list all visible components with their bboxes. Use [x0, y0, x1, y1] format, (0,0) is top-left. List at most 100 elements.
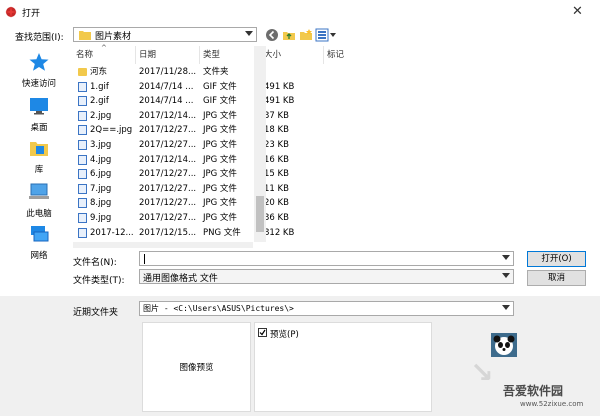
- title-bar: [0, 0, 600, 24]
- filename-label: 文件名(N):: [73, 258, 117, 268]
- file-icon: [78, 227, 87, 238]
- cell-date: 2017/12/15...: [139, 227, 197, 238]
- text-caret: [144, 254, 145, 264]
- new-folder-icon[interactable]: [299, 28, 313, 42]
- chevron-down-icon: [245, 31, 253, 36]
- preview-checkbox-label: 预览(P): [270, 330, 299, 340]
- scrollbar-thumb[interactable]: [256, 196, 264, 232]
- column-header-size[interactable]: 大小: [261, 46, 324, 64]
- watermark-url: www.52zixue.com: [520, 400, 584, 408]
- table-row[interactable]: 3.jpg 2017/12/27... JPG 文件 23 KB: [73, 138, 325, 153]
- sidebar-item-library[interactable]: 库: [12, 138, 66, 175]
- file-icon: [78, 183, 87, 194]
- cell-size: 16 KB: [264, 154, 289, 165]
- sidebar-item-label: 网络: [30, 251, 48, 261]
- folder-icon: [79, 31, 91, 40]
- sidebar-item-label: 此电脑: [26, 209, 52, 219]
- sidebar-item-network[interactable]: 网络: [12, 224, 66, 261]
- cell-size: 20 KB: [264, 198, 289, 209]
- cell-size: 491 KB: [264, 96, 295, 107]
- sidebar-item-desktop[interactable]: 桌面: [12, 96, 66, 133]
- cancel-button[interactable]: 取消: [527, 270, 586, 286]
- cell-date: 2017/12/27...: [139, 169, 197, 180]
- recent-folders-select[interactable]: 图片 - <C:\Users\ASUS\Pictures\>: [139, 301, 514, 316]
- lookin-value: 图片素材: [95, 32, 132, 42]
- filetype-label: 文件类型(T):: [73, 276, 125, 286]
- lookin-combo[interactable]: 图片素材: [73, 27, 257, 42]
- cell-name: 9.jpg: [90, 213, 112, 223]
- recent-folders-label: 近期文件夹: [73, 308, 119, 318]
- lookin-label: 查找范围(I):: [15, 33, 64, 43]
- cell-size: 18 KB: [264, 125, 289, 136]
- watermark-title: 吾爱软件园: [503, 384, 564, 398]
- back-icon[interactable]: [265, 28, 279, 42]
- table-row[interactable]: 7.jpg 2017/12/27... JPG 文件 11 KB: [73, 182, 325, 197]
- cell-type: JPG 文件: [203, 169, 237, 180]
- up-folder-icon[interactable]: [282, 28, 296, 42]
- cell-type: GIF 文件: [203, 81, 237, 92]
- table-row[interactable]: 9.jpg 2017/12/27... JPG 文件 36 KB: [73, 211, 325, 226]
- cell-size: 36 KB: [264, 213, 289, 223]
- app-icon: [5, 6, 17, 18]
- table-row[interactable]: 1.gif 2014/7/14 ... GIF 文件 491 KB: [73, 80, 325, 95]
- cell-date: 2017/12/27...: [139, 198, 197, 209]
- cell-date: 2017/12/27...: [139, 183, 197, 194]
- cell-date: 2017/12/14...: [139, 110, 197, 121]
- cell-name: 2.jpg: [90, 110, 112, 121]
- chevron-down-icon: [502, 305, 510, 310]
- cell-date: 2017/12/27...: [139, 213, 197, 223]
- panda-avatar-icon: [491, 333, 517, 357]
- library-icon: [30, 142, 48, 156]
- file-icon: [78, 96, 87, 107]
- filetype-select[interactable]: 通用图像格式 文件: [139, 269, 514, 284]
- sort-ascending-icon: ^: [101, 44, 107, 52]
- file-list[interactable]: 名称 ^ 日期 类型 大小 标记 河东 2017/11/28... 文件夹 1.gif…: [73, 44, 583, 242]
- image-preview-placeholder: 图像预览: [179, 363, 214, 373]
- cell-date: 2017/12/27...: [139, 125, 197, 136]
- sidebar-item-quick-access[interactable]: 快速访问: [12, 52, 66, 89]
- vertical-scrollbar[interactable]: [254, 46, 266, 242]
- table-row[interactable]: 4.jpg 2017/12/14... JPG 文件 16 KB: [73, 153, 325, 168]
- table-row[interactable]: 2.gif 2014/7/14 ... GIF 文件 491 KB: [73, 94, 325, 109]
- cell-type: JPG 文件: [203, 213, 237, 223]
- cell-date: 2017/12/27...: [139, 140, 197, 150]
- file-icon: [78, 213, 87, 223]
- cell-type: 文件夹: [203, 67, 229, 77]
- close-icon[interactable]: ✕: [572, 4, 583, 19]
- horizontal-scrollbar[interactable]: [73, 242, 253, 248]
- cell-size: 491 KB: [264, 81, 295, 92]
- cell-size: 23 KB: [264, 140, 289, 150]
- column-header-date[interactable]: 日期: [136, 46, 200, 64]
- cell-type: PNG 文件: [203, 227, 241, 238]
- file-icon: [78, 198, 87, 209]
- cell-name: 2Q==.jpg: [90, 125, 133, 136]
- checkmark-icon: [259, 329, 266, 336]
- network-icon: [31, 226, 49, 242]
- cell-type: JPG 文件: [203, 140, 237, 150]
- table-row[interactable]: 河东 2017/11/28... 文件夹: [73, 65, 325, 80]
- cell-type: JPG 文件: [203, 198, 237, 209]
- table-row[interactable]: 2Q==.jpg 2017/12/27... JPG 文件 18 KB: [73, 123, 325, 138]
- chevron-down-icon: [502, 255, 510, 260]
- watermark-logo-icon: ↘: [470, 356, 494, 389]
- table-row[interactable]: 6.jpg 2017/12/27... JPG 文件 15 KB: [73, 167, 325, 182]
- cell-type: JPG 文件: [203, 125, 237, 136]
- cell-type: JPG 文件: [203, 154, 237, 165]
- view-menu-icon[interactable]: [315, 28, 337, 42]
- file-icon: [78, 154, 87, 165]
- sidebar-item-label: 快速访问: [21, 79, 56, 89]
- cell-size: 15 KB: [264, 169, 289, 180]
- open-button[interactable]: 打开(O): [527, 251, 586, 267]
- filename-input[interactable]: [139, 251, 514, 266]
- image-preview: 图像预览: [142, 322, 251, 412]
- cell-date: 2014/7/14 ...: [139, 96, 194, 107]
- column-header-type[interactable]: 类型: [200, 46, 261, 64]
- cell-name: 7.jpg: [90, 183, 112, 194]
- preview-checkbox[interactable]: [258, 328, 267, 337]
- table-row[interactable]: 2.jpg 2017/12/14... JPG 文件 37 KB: [73, 109, 325, 124]
- table-row[interactable]: 8.jpg 2017/12/27... JPG 文件 20 KB: [73, 196, 325, 211]
- table-row[interactable]: 2017-12... 2017/12/15... PNG 文件 812 KB: [73, 226, 325, 241]
- column-header-tag[interactable]: 标记: [324, 46, 384, 64]
- sidebar-item-this-pc[interactable]: 此电脑: [12, 182, 66, 219]
- cell-name: 河东: [90, 67, 108, 77]
